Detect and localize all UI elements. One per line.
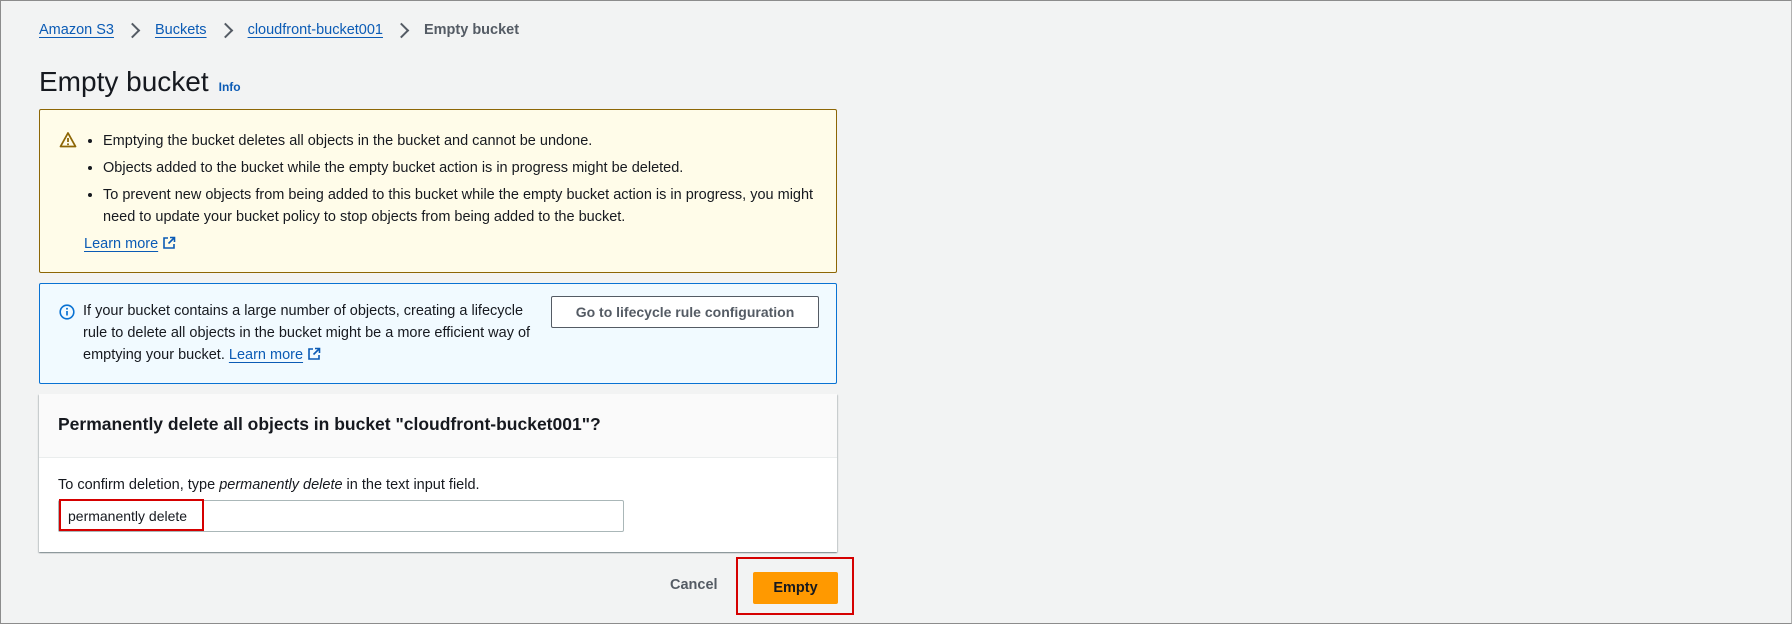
info-alert-text: If your bucket contains a large number o…	[83, 300, 533, 366]
info-alert: If your bucket contains a large number o…	[39, 283, 837, 384]
lifecycle-rule-button[interactable]: Go to lifecycle rule configuration	[551, 296, 819, 328]
breadcrumb-current: Empty bucket	[423, 22, 520, 38]
chevron-right-icon	[217, 22, 233, 38]
breadcrumb: Amazon S3 Buckets cloudfront-bucket001 E…	[39, 22, 519, 38]
warning-alert: Emptying the bucket deletes all objects …	[39, 109, 837, 273]
page-header: Empty bucket Info	[39, 66, 241, 98]
confirm-delete-input[interactable]	[58, 500, 624, 532]
warning-learn-more: Learn more	[84, 236, 176, 252]
breadcrumb-buckets[interactable]: Buckets	[155, 22, 207, 38]
confirm-label-prefix: To confirm deletion, type	[58, 477, 220, 493]
confirm-label-emphasis: permanently delete	[219, 477, 343, 493]
chevron-right-icon	[393, 22, 410, 38]
confirm-container: Permanently delete all objects in bucket…	[39, 394, 837, 552]
warning-list: Emptying the bucket deletes all objects …	[83, 130, 836, 233]
warning-bullet: Emptying the bucket deletes all objects …	[103, 130, 836, 152]
empty-button[interactable]: Empty	[753, 572, 838, 604]
breadcrumb-amazon-s3[interactable]: Amazon S3	[39, 22, 114, 38]
confirm-title: Permanently delete all objects in bucket…	[58, 414, 601, 434]
warning-bullet: Objects added to the bucket while the em…	[103, 157, 836, 179]
warning-bullet: To prevent new objects from being added …	[103, 184, 836, 228]
breadcrumb-bucket-name[interactable]: cloudfront-bucket001	[248, 22, 383, 38]
learn-more-link[interactable]: Learn more	[229, 347, 303, 363]
external-link-icon	[163, 236, 176, 249]
page-title: Empty bucket	[39, 66, 209, 97]
warning-icon	[59, 132, 77, 148]
external-link-icon	[308, 347, 321, 360]
info-icon	[59, 304, 75, 320]
confirm-header: Permanently delete all objects in bucket…	[39, 394, 837, 458]
confirm-label-suffix: in the text input field.	[342, 477, 480, 493]
cancel-button[interactable]: Cancel	[670, 577, 718, 593]
confirm-label: To confirm deletion, type permanently de…	[58, 477, 480, 493]
chevron-right-icon	[124, 22, 141, 38]
info-link[interactable]: Info	[219, 80, 241, 94]
learn-more-link[interactable]: Learn more	[84, 236, 158, 252]
